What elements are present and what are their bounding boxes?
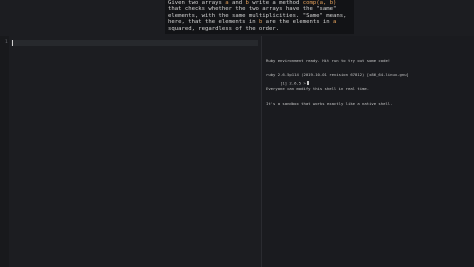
line-number: 1 — [5, 40, 8, 45]
challenge-prompt: Given two arrays a and b write a method … — [165, 0, 354, 34]
code-editor[interactable]: 1 — [0, 36, 260, 267]
active-line-highlight — [11, 40, 258, 46]
app-window: Given two arrays a and b write a method … — [0, 0, 474, 267]
console-prompt: [1] 2.6.5 > — [280, 80, 306, 86]
console-pane[interactable]: Ruby environment ready. Hit run to try o… — [262, 36, 474, 267]
prompt-var-a2: a — [333, 19, 337, 26]
prompt-text-5: squared, regardless of the order. — [168, 25, 280, 32]
prompt-text-and: and — [228, 0, 246, 6]
prompt-text-4: are the elements in — [262, 19, 334, 26]
console-line: Ruby environment ready. Hit run to try o… — [266, 57, 391, 63]
console-line: It's a sandbox that works exactly like a… — [266, 100, 393, 106]
prompt-method-signature: comp(a, b) — [302, 0, 337, 6]
prompt-text-1: Given two arrays — [168, 0, 226, 6]
console-cursor — [306, 80, 309, 85]
line-gutter: 1 — [0, 36, 9, 267]
text-cursor — [12, 40, 13, 46]
prompt-text-2: write a method — [248, 0, 303, 6]
console-prompt-line[interactable]: [1] 2.6.5 > — [266, 76, 309, 91]
